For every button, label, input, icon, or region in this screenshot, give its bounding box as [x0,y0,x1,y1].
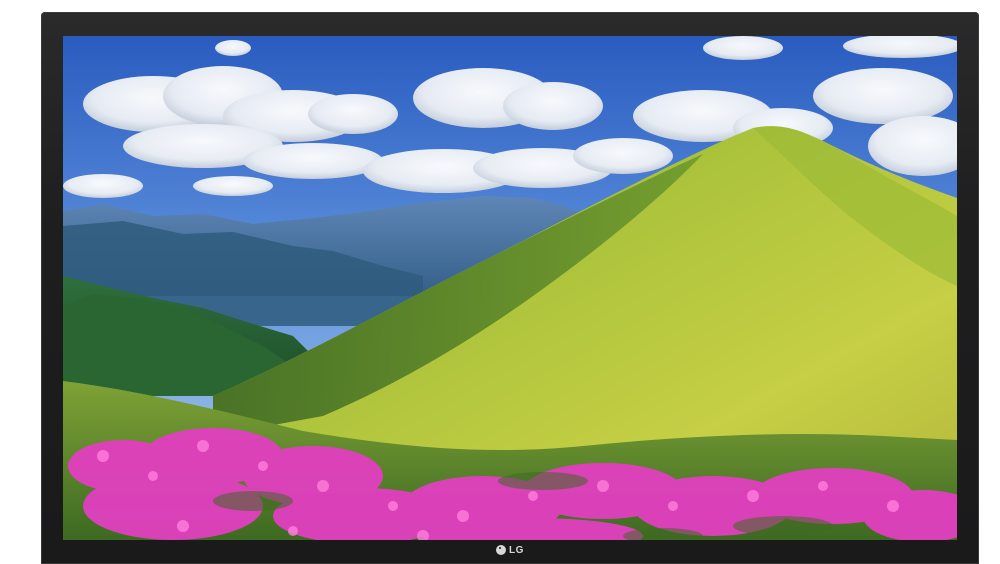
brand-logo: LG [496,543,524,557]
tv-screen [63,36,957,540]
lg-logo-icon [496,545,506,555]
product-image: LG [0,0,1000,564]
brand-logo-text: LG [509,544,524,556]
screen-landscape-image [63,36,957,540]
